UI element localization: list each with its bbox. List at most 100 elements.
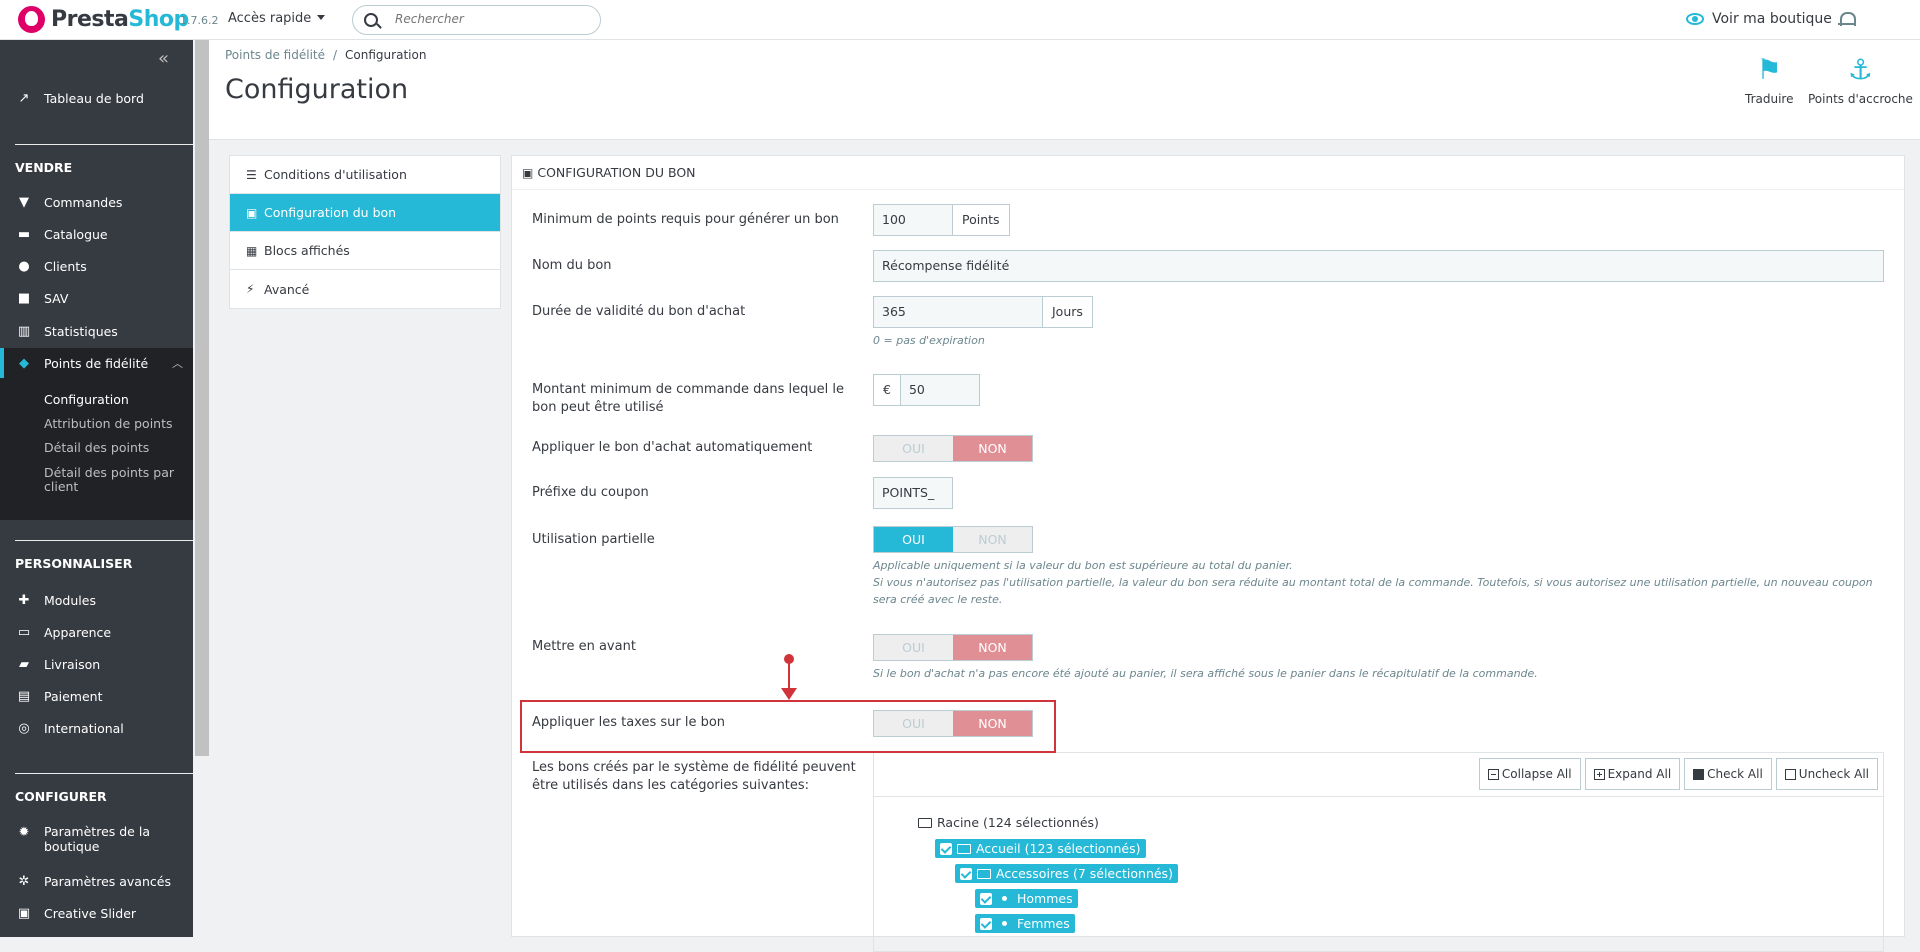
- sidebar-item-loyalty[interactable]: ◆ Points de fidélité ︿: [0, 350, 193, 376]
- unchecked-box-icon: [1784, 768, 1796, 780]
- currency-addon: €: [873, 374, 900, 406]
- expand-all-button[interactable]: Expand All: [1584, 758, 1681, 790]
- collapse-sidebar-icon[interactable]: «: [158, 48, 169, 69]
- highlight-switch[interactable]: OUI NON: [873, 634, 1033, 661]
- sidebar-subitem-points-detail[interactable]: Détail des points: [44, 441, 149, 455]
- coupon-prefix-group: POINTS_: [873, 477, 953, 509]
- days-addon: Jours: [1043, 296, 1093, 328]
- tab-voucher-config[interactable]: ▣ Configuration du bon: [230, 194, 500, 232]
- min-points-label: Minimum de points requis pour générer un…: [532, 212, 839, 227]
- min-points-input[interactable]: 100: [873, 204, 953, 236]
- highlight-yes[interactable]: OUI: [874, 635, 953, 660]
- checkbox-checked-icon[interactable]: [940, 842, 952, 855]
- min-order-group: €50: [873, 374, 980, 406]
- search-box[interactable]: [352, 5, 601, 35]
- sidebar-item-orders[interactable]: ▼ Commandes: [0, 189, 193, 215]
- auto-apply-yes[interactable]: OUI: [874, 436, 953, 461]
- sidebar-subitem-points-by-customer[interactable]: Détail des points par client: [44, 466, 174, 494]
- sidebar-item-advanced-parameters[interactable]: ✲ Paramètres avancés: [0, 868, 193, 894]
- tag-icon: ◆: [19, 355, 29, 371]
- sidebar-item-modules[interactable]: ✚ Modules: [0, 587, 193, 613]
- annotation-highlight-box: [520, 700, 1056, 753]
- highlight-no[interactable]: NON: [953, 635, 1032, 660]
- folder-open-icon: [977, 868, 991, 879]
- min-order-input[interactable]: 50: [899, 374, 980, 406]
- breadcrumb-current: Configuration: [345, 48, 427, 62]
- sidebar-subitem-configuration[interactable]: Configuration: [44, 393, 129, 407]
- partial-use-help: Applicable uniquement si la valeur du bo…: [873, 559, 1873, 606]
- tree-toolbar: Collapse All Expand All Check All Unchec…: [1478, 758, 1878, 790]
- sidebar-divider: [15, 540, 193, 541]
- voucher-name-group: Récompense fidélité: [873, 250, 1884, 282]
- sidebar-item-customers[interactable]: ● Clients: [0, 253, 193, 279]
- voucher-name-label: Nom du bon: [532, 258, 612, 273]
- notifications-bell-icon[interactable]: [1838, 10, 1856, 28]
- coupon-prefix-input[interactable]: POINTS_: [873, 477, 953, 509]
- checkbox-checked-icon[interactable]: [960, 867, 972, 880]
- checkbox-checked-icon[interactable]: [980, 892, 992, 905]
- collapse-all-button[interactable]: Collapse All: [1478, 758, 1581, 790]
- partial-use-yes[interactable]: OUI: [874, 527, 953, 552]
- search-input[interactable]: [395, 12, 585, 26]
- validity-input[interactable]: 365: [873, 296, 1043, 328]
- store-icon: ▬: [17, 226, 31, 242]
- tree-node-men[interactable]: Hommes: [975, 889, 1078, 908]
- prestashop-logo[interactable]: PrestaShop: [18, 6, 189, 33]
- validity-group: 365 Jours: [873, 296, 1093, 328]
- account-circle-icon: ●: [18, 258, 30, 274]
- breadcrumb-link-loyalty[interactable]: Points de fidélité: [225, 48, 325, 62]
- breadcrumb: Points de fidélité / Configuration: [225, 48, 427, 62]
- checkbox-checked-icon[interactable]: [980, 917, 992, 930]
- trending-up-icon: ↗: [18, 90, 30, 106]
- tab-terms[interactable]: ☰ Conditions d'utilisation: [230, 156, 500, 194]
- sidebar-item-shipping[interactable]: ▰ Livraison: [0, 651, 193, 677]
- auto-apply-switch[interactable]: OUI NON: [873, 435, 1033, 462]
- partial-use-no[interactable]: NON: [953, 527, 1032, 552]
- search-icon[interactable]: [364, 13, 378, 27]
- sidebar-item-dashboard[interactable]: ↗ Tableau de bord: [0, 85, 193, 111]
- translate-button[interactable]: ⚑ Traduire: [1745, 54, 1793, 107]
- section-configure: CONFIGURER: [15, 789, 107, 804]
- bullet-icon: [1002, 921, 1007, 926]
- tree-node-root[interactable]: Racine (124 sélectionnés): [918, 813, 1099, 832]
- partial-use-switch[interactable]: OUI NON: [873, 526, 1033, 553]
- folder-open-icon: [918, 817, 932, 828]
- sidebar-item-catalog[interactable]: ▬ Catalogue: [0, 221, 193, 247]
- auto-apply-no[interactable]: NON: [953, 436, 1032, 461]
- sidebar-subitem-points-attribution[interactable]: Attribution de points: [44, 417, 173, 431]
- gear-icon: ✹: [18, 824, 30, 840]
- tree-node-home[interactable]: Accueil (123 sélectionnés): [935, 839, 1146, 858]
- expand-icon: [1593, 768, 1605, 780]
- view-shop-link[interactable]: Voir ma boutique: [1686, 11, 1832, 27]
- tab-blocks[interactable]: ▦ Blocs affichés: [230, 232, 500, 270]
- tree-node-women[interactable]: Femmes: [975, 914, 1075, 933]
- settings-applications-icon: ✲: [18, 873, 30, 889]
- highlight-help: Si le bon d'achat n'a pas encore été ajo…: [873, 667, 1538, 680]
- tree-node-accessories[interactable]: Accessoires (7 sélectionnés): [955, 864, 1178, 883]
- sidebar-item-payment[interactable]: ▤ Paiement: [0, 683, 193, 709]
- sidebar-scrollbar[interactable]: [195, 40, 209, 756]
- image-icon: ▣: [17, 905, 31, 921]
- desktop-icon: ▭: [17, 624, 31, 640]
- validity-help: 0 = pas d'expiration: [873, 334, 985, 347]
- points-addon: Points: [953, 204, 1010, 236]
- sidebar-item-international[interactable]: ◎ International: [0, 715, 193, 741]
- grid-icon: ▦: [246, 243, 258, 258]
- folder-open-icon: [957, 843, 971, 854]
- check-all-button[interactable]: Check All: [1684, 758, 1772, 790]
- uncheck-all-button[interactable]: Uncheck All: [1775, 758, 1878, 790]
- tab-advanced[interactable]: ⚡ Avancé: [230, 270, 500, 308]
- coupon-prefix-label: Préfixe du coupon: [532, 485, 649, 500]
- sidebar-item-stats[interactable]: ▥ Statistiques: [0, 318, 193, 344]
- sidebar-item-shop-parameters[interactable]: ✹ Paramètres de la boutique: [0, 822, 193, 856]
- sidebar-item-appearance[interactable]: ▭ Apparence: [0, 619, 193, 645]
- collapse-icon: [1487, 768, 1499, 780]
- list-icon: ☰: [246, 167, 257, 182]
- tree-divider: [874, 796, 1883, 797]
- quick-access-dropdown[interactable]: Accès rapide: [228, 11, 325, 26]
- version-label: 1.7.6.2: [180, 14, 219, 27]
- sidebar-item-support[interactable]: ■ SAV: [0, 285, 193, 311]
- hooks-button[interactable]: ⚓ Points d'accroche: [1808, 54, 1913, 107]
- sidebar-item-creative-slider[interactable]: ▣ Creative Slider: [0, 900, 193, 926]
- voucher-name-input[interactable]: Récompense fidélité: [873, 250, 1884, 282]
